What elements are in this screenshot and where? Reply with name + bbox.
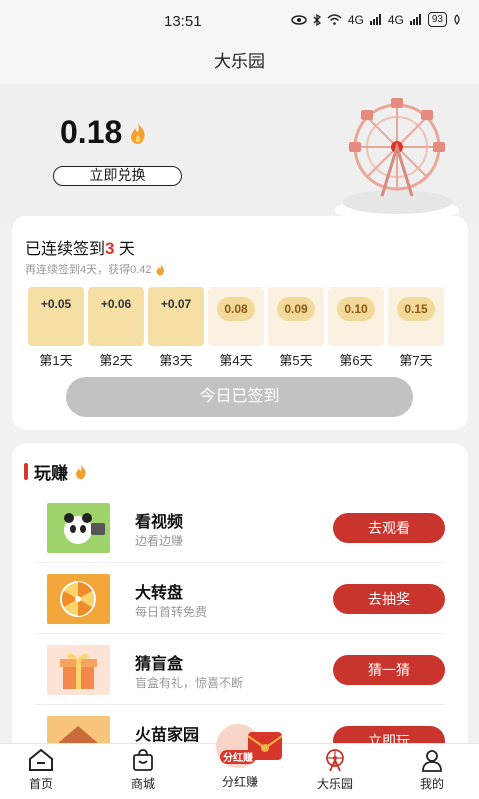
task-desc: 盲盒有礼，惊喜不断: [135, 676, 244, 690]
signal-bars-icon: [369, 14, 381, 25]
gift-box-icon: [47, 645, 110, 695]
wheel-icon: [47, 574, 110, 624]
signin-subtitle: 再连续签到4天，获得0.42: [25, 261, 166, 277]
signin-day: 0.10 第6天: [328, 287, 384, 369]
signin-day: 0.08 第4天: [208, 287, 264, 369]
tab-mall[interactable]: 商城: [108, 748, 178, 792]
task-name: 看视频: [135, 514, 184, 531]
signin-day: +0.07 第3天: [148, 287, 204, 369]
panda-video-icon: [47, 503, 110, 553]
user-icon: [397, 748, 467, 772]
signin-days: +0.05 第1天 +0.06 第2天 +0.07 第3天 0.08 第4天 0…: [28, 287, 444, 369]
task-name: 猜盲盒: [135, 656, 184, 673]
signin-day: 0.09 第5天: [268, 287, 324, 369]
signal-bars-icon: [409, 14, 421, 25]
day-label: 第3天: [159, 353, 193, 368]
day-reward-box: +0.06: [88, 287, 144, 346]
task-row[interactable]: 看视频 边看边赚 去观看: [35, 493, 445, 563]
day-label: 第4天: [219, 353, 253, 368]
tab-label: 商城: [130, 777, 155, 791]
tab-label: 首页: [28, 777, 53, 791]
battery-indicator: 93: [427, 12, 447, 27]
day-label: 第2天: [99, 353, 133, 368]
task-name: 大转盘: [135, 585, 184, 602]
signal-2: 4G: [387, 12, 404, 27]
ferris-wheel-illustration: [335, 98, 459, 222]
flame-icon: [76, 464, 86, 480]
day-reward-box: 0.08: [208, 287, 264, 346]
task-desc: 边看边赚: [135, 534, 184, 548]
lottery-button[interactable]: 去抽奖: [333, 584, 445, 614]
signin-title-suffix: 天: [114, 241, 135, 258]
earn-title: 玩赚: [34, 464, 68, 483]
day-label: 第7天: [399, 353, 433, 368]
bluetooth-icon: [313, 13, 321, 26]
task-desc: 每日首转免费: [135, 605, 208, 619]
hero-section: 0.18 立即兑换: [0, 84, 479, 224]
signin-card: 已连续签到3 天 再连续签到4天，获得0.42 +0.05 第1天 +0.06 …: [12, 216, 468, 430]
balance-value: 0.18: [60, 114, 123, 150]
day-reward-value: +0.07: [160, 297, 192, 311]
signin-day: +0.05 第1天: [28, 287, 84, 369]
tab-home[interactable]: 首页: [6, 748, 76, 792]
day-reward-box: +0.07: [148, 287, 204, 346]
day-reward-value: +0.05: [40, 297, 72, 311]
shopping-bag-icon: [108, 748, 178, 772]
signal-1: 4G: [347, 12, 364, 27]
nav-bar: 大乐园: [0, 44, 479, 84]
page-title: 大乐园: [214, 52, 265, 71]
day-label: 第1天: [39, 353, 73, 368]
dividend-float-badge[interactable]: 分红赚: [210, 718, 288, 774]
wifi-icon: [327, 14, 342, 25]
day-reward-box: +0.05: [28, 287, 84, 346]
tab-mine[interactable]: 我的: [397, 748, 467, 792]
redeem-button[interactable]: 立即兑换: [53, 166, 182, 186]
home-icon: [6, 748, 76, 772]
tab-label: 我的: [419, 777, 444, 791]
day-label: 第6天: [339, 353, 373, 368]
day-reward-box: 0.09: [268, 287, 324, 346]
signin-day: +0.06 第2天: [88, 287, 144, 369]
guess-button[interactable]: 猜一猜: [333, 655, 445, 685]
eye-icon: [291, 14, 307, 25]
balance-display: 0.18: [60, 114, 148, 151]
task-name: 火苗家园: [135, 727, 200, 744]
signin-title: 已连续签到3 天: [25, 235, 135, 259]
signin-title-prefix: 已连续签到: [25, 241, 106, 258]
red-envelope-icon: 分红赚: [216, 724, 283, 768]
coin-value: 0.15: [397, 297, 435, 321]
day-label: 第5天: [279, 353, 313, 368]
watch-video-button[interactable]: 去观看: [333, 513, 445, 543]
section-accent-bar: [24, 463, 28, 480]
flame-icon: [156, 263, 164, 275]
day-reward-value: +0.06: [100, 297, 132, 311]
task-row[interactable]: 猜盲盒 盲盒有礼，惊喜不断 猜一猜: [35, 635, 445, 705]
task-row[interactable]: 大转盘 每日首转免费 去抽奖: [35, 564, 445, 634]
ferris-wheel-icon: [300, 748, 370, 772]
status-time: 13:51: [164, 13, 202, 30]
flame-icon: [131, 122, 145, 144]
tab-label: 大乐园: [316, 777, 353, 791]
signin-subtitle-text: 再连续签到4天，获得0.42: [25, 264, 152, 276]
tab-label: 分红赚: [221, 775, 258, 789]
coin-value: 0.08: [217, 297, 255, 321]
earn-card: 玩赚 看视频 边看边赚 去观看 大转盘 每日首转免费 去抽奖 猜盲盒 盲盒有礼，…: [12, 443, 468, 766]
status-icons: 4G 4G 93: [291, 12, 461, 27]
day-reward-box: 0.15: [388, 287, 444, 346]
status-bar: 13:51 4G 4G 93: [0, 0, 479, 44]
coin-value: 0.10: [337, 297, 375, 321]
earn-header: 玩赚: [24, 459, 88, 484]
float-badge-label: 分红赚: [223, 751, 253, 764]
day-reward-box: 0.10: [328, 287, 384, 346]
signed-today-button[interactable]: 今日已签到: [66, 377, 413, 417]
leaf-icon: [454, 14, 460, 25]
coin-value: 0.09: [277, 297, 315, 321]
signin-day: 0.15 第7天: [388, 287, 444, 369]
tab-paradise[interactable]: 大乐园: [300, 748, 370, 792]
